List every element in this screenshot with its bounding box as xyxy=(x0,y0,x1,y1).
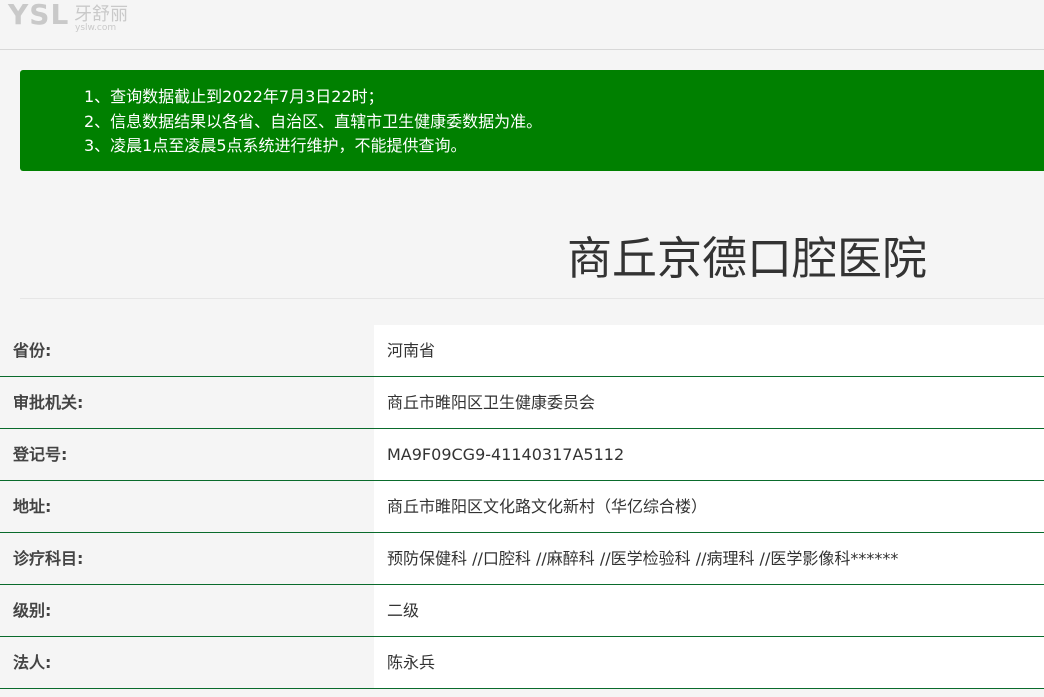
info-label: 级别: xyxy=(0,585,373,636)
info-value: 商丘市睢阳区卫生健康委员会 xyxy=(374,377,1044,428)
title-divider xyxy=(20,298,1044,299)
notice-line: 3、凌晨1点至凌晨5点系统进行维护，不能提供查询。 xyxy=(84,136,467,155)
top-bar: YSL 牙舒丽 yslw.com xyxy=(0,0,1044,50)
info-value: 商丘市睢阳区文化路文化新村（华亿综合楼） xyxy=(374,481,1044,532)
info-row-legal-rep: 法人: 陈永兵 xyxy=(0,637,1044,689)
info-value: 二级 xyxy=(374,585,1044,636)
hospital-title: 商丘京德口腔医院 xyxy=(566,232,927,285)
logo-mark: YSL xyxy=(8,0,70,31)
notice-banner: 1、查询数据截止到2022年7月3日22时； 2、信息数据结果以各省、自治区、直… xyxy=(20,70,1044,171)
hospital-info-table: 省份: 河南省 审批机关: 商丘市睢阳区卫生健康委员会 登记号: MA9F09C… xyxy=(0,325,1044,689)
info-value: 预防保健科 //口腔科 //麻醉科 //医学检验科 //病理科 //医学影像科*… xyxy=(374,533,1044,584)
info-value: 河南省 xyxy=(374,325,1044,376)
logo-url: yslw.com xyxy=(75,23,117,33)
info-label: 省份: xyxy=(0,325,373,376)
notice-line: 1、查询数据截止到2022年7月3日22时； xyxy=(84,87,384,106)
info-label: 登记号: xyxy=(0,429,373,480)
info-label: 诊疗科目: xyxy=(0,533,373,584)
info-label: 审批机关: xyxy=(0,377,373,428)
info-value: 陈永兵 xyxy=(374,637,1044,688)
info-row-address: 地址: 商丘市睢阳区文化路文化新村（华亿综合楼） xyxy=(0,481,1044,533)
info-row-departments: 诊疗科目: 预防保健科 //口腔科 //麻醉科 //医学检验科 //病理科 //… xyxy=(0,533,1044,585)
info-row-authority: 审批机关: 商丘市睢阳区卫生健康委员会 xyxy=(0,377,1044,429)
info-label: 地址: xyxy=(0,481,373,532)
info-row-level: 级别: 二级 xyxy=(0,585,1044,637)
info-row-province: 省份: 河南省 xyxy=(0,325,1044,377)
info-label: 法人: xyxy=(0,637,373,688)
info-value: MA9F09CG9-41140317A5112 xyxy=(374,429,1044,480)
info-row-registration: 登记号: MA9F09CG9-41140317A5112 xyxy=(0,429,1044,481)
notice-line: 2、信息数据结果以各省、自治区、直辖市卫生健康委数据为准。 xyxy=(84,111,543,131)
